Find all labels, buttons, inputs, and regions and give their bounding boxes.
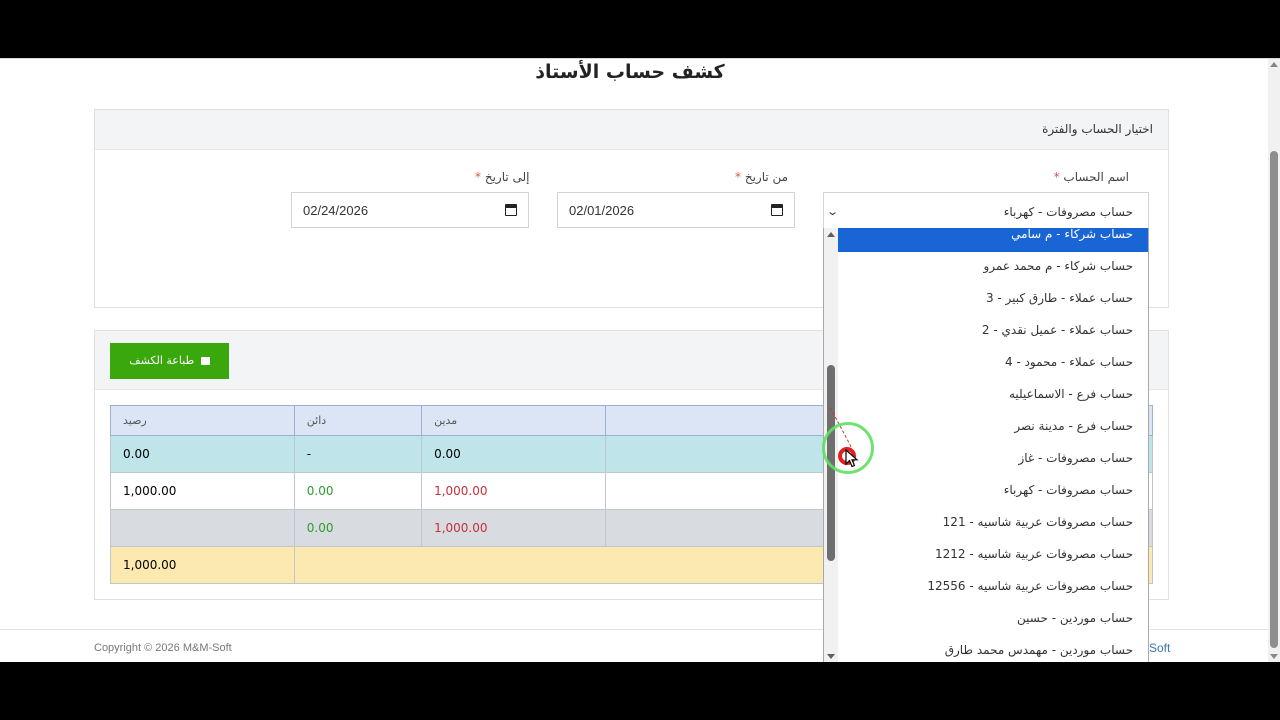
row-balance: 1,000.00 [110, 472, 295, 510]
printer-icon [200, 357, 210, 365]
dropdown-option[interactable]: حساب عملاء - عميل نقدي - 2 [838, 316, 1148, 348]
dropdown-option[interactable]: حساب مصروفات - غاز [838, 444, 1148, 476]
dropdown-options: حساب شركاء - م سامي حساب شركاء - م محمد ع… [838, 228, 1148, 662]
dropdown-option[interactable]: حساب عملاء - طارق كبير - 3 [838, 284, 1148, 316]
page-scrollbar[interactable] [1268, 59, 1280, 662]
calendar-icon[interactable] [505, 204, 517, 216]
print-button-label: طباعة الكشف [129, 354, 195, 367]
to-date-input[interactable]: 02/24/2026 [291, 192, 529, 228]
copyright-text: Copyright © 2026 M&M-Soft [94, 642, 232, 654]
scroll-up-icon[interactable] [827, 232, 835, 237]
row-debit: 0.00 [421, 435, 606, 473]
dropdown-option[interactable]: حساب مصروفات عربية شاسيه - 121 [838, 508, 1148, 540]
required-mark: * [735, 170, 741, 184]
row-balance: 0.00 [110, 435, 295, 473]
calendar-icon[interactable] [771, 204, 783, 216]
from-date-input[interactable]: 02/01/2026 [557, 192, 795, 228]
required-mark: * [475, 170, 481, 184]
dropdown-option[interactable]: حساب مصروفات عربية شاسيه - 12556 [838, 572, 1148, 604]
scroll-down-icon[interactable] [1270, 654, 1278, 659]
mouse-cursor-icon [845, 449, 859, 468]
page-scrollbar-thumb[interactable] [1270, 151, 1278, 648]
footer-link[interactable]: Soft [1149, 641, 1170, 655]
dropdown-option[interactable]: حساب موردين - حسين [838, 604, 1148, 636]
row-credit: - [293, 435, 423, 473]
to-date-label: إلى تاريخ [484, 170, 530, 184]
account-label: اسم الحساب [1063, 170, 1129, 184]
dropdown-option[interactable]: حساب فرع - الاسماعيليه [838, 380, 1148, 412]
column-header-balance: رصيد [110, 405, 295, 436]
page-viewport: كشف حساب الأستاذ اختيار الحساب والفترة ا… [0, 58, 1280, 662]
row-debit: 1,000.00 [421, 472, 606, 510]
dropdown-option[interactable]: حساب عملاء - محمود - 4 [838, 348, 1148, 380]
filter-card-header: اختيار الحساب والفترة [95, 110, 1168, 150]
chevron-down-icon: ⌄ [826, 205, 840, 218]
totals-credit: 0.00 [293, 509, 423, 547]
page-title: كشف حساب الأستاذ [535, 61, 725, 83]
scroll-up-icon[interactable] [1270, 62, 1278, 67]
dropdown-option[interactable]: حساب مصروفات - كهرباء [838, 476, 1148, 508]
dropdown-option[interactable]: حساب شركاء - م محمد عمرو [838, 252, 1148, 284]
row-credit: 0.00 [293, 472, 423, 510]
account-select[interactable]: حساب مصروفات - كهرباء ⌄ [823, 192, 1149, 228]
column-header-credit: دائن [293, 405, 423, 436]
dropdown-option[interactable]: حساب فرع - مدينة نصر [838, 412, 1148, 444]
from-date-label: من تاريخ [744, 170, 789, 184]
column-header-debit: مدين [421, 405, 606, 436]
totals-balance [110, 509, 295, 547]
dropdown-option[interactable]: حساب موردين - مهمدس محمد طارق [838, 636, 1148, 662]
final-balance: 1,000.00 [110, 546, 295, 584]
account-select-value: حساب مصروفات - كهرباء [1003, 205, 1133, 219]
to-date-label-wrap: إلى تاريخ * [475, 170, 530, 184]
dropdown-option[interactable]: حساب شركاء - م سامي [838, 228, 1148, 252]
from-date-label-wrap: من تاريخ * [735, 170, 788, 184]
to-date-value: 02/24/2026 [303, 203, 369, 218]
print-statement-button[interactable]: طباعة الكشف [110, 343, 229, 379]
dropdown-option[interactable]: حساب مصروفات عربية شاسيه - 1212 [838, 540, 1148, 572]
scroll-down-icon[interactable] [827, 654, 835, 659]
required-mark: * [1053, 170, 1060, 184]
totals-debit: 1,000.00 [421, 509, 606, 547]
from-date-value: 02/01/2026 [569, 203, 635, 218]
